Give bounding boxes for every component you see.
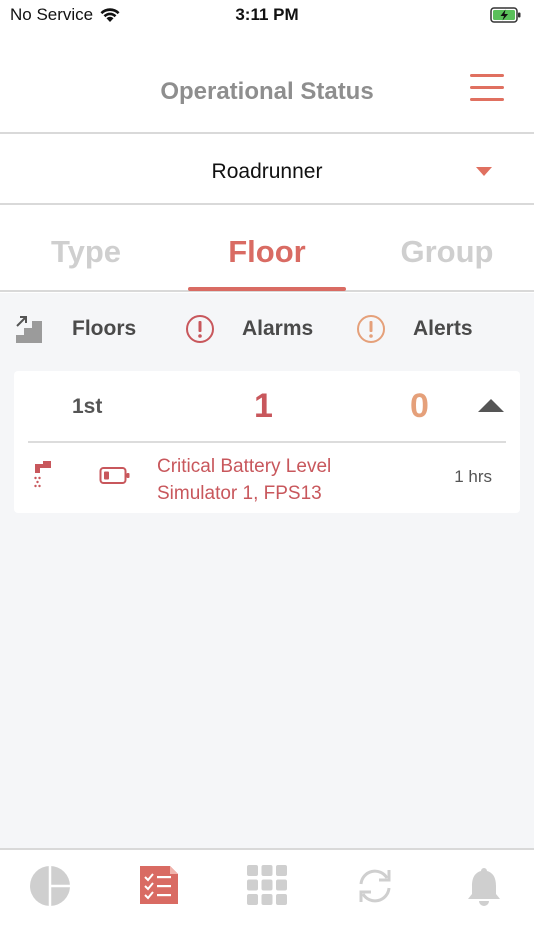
page-title: Operational Status — [160, 78, 374, 105]
bell-icon[interactable] — [464, 864, 504, 908]
site-selector-value: Roadrunner — [211, 160, 323, 183]
floor-row-header[interactable]: 1st 1 0 — [14, 371, 520, 443]
legend-alarms: Alarms — [184, 307, 313, 351]
active-tab-indicator — [188, 287, 346, 291]
sync-icon[interactable] — [353, 864, 397, 908]
tab-group[interactable]: Group — [367, 206, 527, 292]
tab-type[interactable]: Type — [6, 206, 166, 292]
legend-alarms-label: Alarms — [242, 317, 314, 340]
caret-down-icon — [476, 167, 492, 176]
alarm-title: Critical Battery Level — [157, 456, 332, 477]
legend-floors: Floors — [14, 307, 136, 351]
view-tabs: Type Floor Group — [0, 206, 534, 292]
legend-row: Floors Alarms Alerts — [0, 307, 534, 351]
checklist-icon[interactable] — [138, 864, 180, 906]
pie-chart-icon[interactable] — [28, 864, 72, 908]
legend-alerts: Alerts — [355, 307, 473, 351]
battery-charging-icon — [490, 6, 522, 29]
stairs-icon — [16, 316, 42, 343]
tab-floor[interactable]: Floor — [187, 206, 347, 292]
alarm-device: Simulator 1, FPS13 — [157, 483, 322, 504]
bottom-nav-bar — [0, 848, 534, 950]
legend-alerts-label: Alerts — [413, 317, 473, 340]
alarm-list-item[interactable]: Critical Battery Level Simulator 1, FPS1… — [14, 443, 520, 513]
floor-alert-count: 0 — [410, 387, 429, 425]
status-time: 3:11 PM — [235, 5, 299, 24]
alarm-description: Critical Battery Level Simulator 1, FPS1… — [157, 453, 331, 507]
hamburger-menu-icon[interactable] — [470, 74, 504, 104]
alarm-elapsed-time: 1 hrs — [454, 467, 492, 486]
alert-exclamation-icon — [357, 315, 385, 343]
status-bar: No Service 3:11 PM — [0, 0, 534, 32]
legend-floors-label: Floors — [72, 317, 137, 340]
content-area: Floors Alarms Alerts 1st 1 0 Critical Ba… — [0, 293, 534, 848]
floor-card: 1st 1 0 Critical Battery Level Simulator… — [14, 371, 520, 513]
low-battery-icon — [99, 467, 130, 484]
site-selector-dropdown[interactable]: Roadrunner — [0, 136, 534, 205]
floor-alarm-count: 1 — [254, 387, 273, 425]
grid-icon[interactable] — [246, 864, 288, 906]
caret-up-icon[interactable] — [478, 399, 504, 412]
sprinkler-icon — [34, 461, 51, 488]
alarm-exclamation-icon — [186, 315, 214, 343]
floor-name: 1st — [72, 395, 103, 418]
app-header: Operational Status — [0, 56, 534, 134]
